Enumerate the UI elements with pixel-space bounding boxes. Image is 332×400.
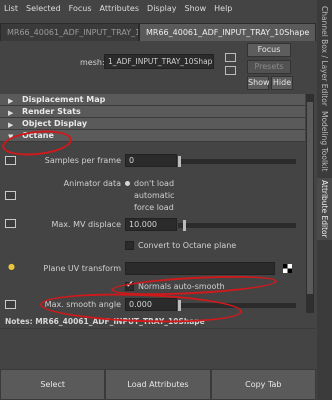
collapsed-arrow-icon: ▶ [8,109,14,117]
hide-button[interactable]: Hide [271,76,293,90]
menu-display[interactable]: Display [143,4,181,13]
mesh-name-field[interactable]: 1_ADF_INPUT_TRAY_10Shape [104,54,214,69]
node-tabs: MR66_40061_ADF_INPUT_TRAY_10 MR66_40061_… [0,23,316,41]
samples-per-frame-field[interactable]: 0 [125,154,177,167]
tab-transform-node[interactable]: MR66_40061_ADF_INPUT_TRAY_10 [0,23,139,41]
map-button-icon[interactable] [5,191,16,200]
slider-thumb[interactable] [178,156,181,167]
menu-bar: List Selected Focus Attributes Display S… [0,0,332,16]
mesh-label: mesh: [80,58,105,67]
tab-shape-node[interactable]: MR66_40061_ADF_INPUT_TRAY_10Shape [139,23,316,41]
notes-value: MR66_40061_ADF_INPUT_TRAY_10Shape [35,317,205,326]
select-button[interactable]: Select [0,369,106,400]
notes-text-area[interactable] [0,328,316,369]
collapsed-arrow-icon: ▶ [8,121,14,129]
go-to-input-icon[interactable] [225,53,236,62]
animator-data-label: Animator data [63,179,121,188]
section-octane[interactable]: ▼ Octane [0,130,305,142]
tab-attribute-editor[interactable]: Attribute Editor [317,178,332,240]
section-label: Displacement Map [22,95,106,104]
link-dot-icon[interactable]: ● [8,262,15,271]
samples-per-frame-label: Samples per frame [44,156,121,165]
radio-automatic[interactable]: automatic [125,191,174,200]
radio-selected-icon [125,181,130,186]
max-smooth-angle-slider[interactable] [178,300,296,311]
checker-map-icon[interactable] [283,264,292,273]
section-render-stats[interactable]: ▶ Render Stats [0,106,305,118]
copy-tab-button[interactable]: Copy Tab [210,369,316,400]
attribute-scroll-pane: ▶ Displacement Map ▶ Render Stats ▶ Obje… [0,94,305,313]
section-label: Octane [22,131,54,140]
presets-button[interactable]: Presets [247,60,291,74]
side-panel-tabs: Channel Box / Layer Editor Modeling Tool… [317,0,332,400]
section-label: Object Display [22,119,88,128]
radio-dont-load[interactable]: don't load [125,179,174,188]
plane-uv-transform-field[interactable] [125,262,275,275]
menu-selected[interactable]: Selected [22,4,65,13]
map-button-icon[interactable] [5,156,16,165]
slider-thumb[interactable] [183,220,186,231]
menu-help[interactable]: Help [210,4,236,13]
vertical-scrollbar[interactable] [306,94,314,313]
map-button-icon[interactable] [5,219,16,228]
normals-auto-smooth-checkbox[interactable]: ✔ [125,280,134,291]
menu-attributes[interactable]: Attributes [96,4,144,13]
max-smooth-angle-label: Max. smooth angle [44,300,121,309]
radio-label: force load [134,203,174,212]
bottom-button-bar: Select Load Attributes Copy Tab [0,369,316,400]
expanded-arrow-icon: ▼ [8,133,14,141]
map-button-icon[interactable] [5,300,16,309]
focus-button[interactable]: Focus [247,43,291,57]
show-button[interactable]: Show [247,76,270,90]
menu-show[interactable]: Show [181,4,211,13]
notes-line: Notes: MR66_40061_ADF_INPUT_TRAY_10Shape [0,316,316,328]
max-mv-displace-label: Max. MV displace [51,220,121,229]
load-attributes-button[interactable]: Load Attributes [105,369,211,400]
convert-to-octane-plane-checkbox[interactable] [125,241,134,250]
max-mv-displace-slider[interactable] [178,220,296,231]
slider-thumb[interactable] [178,300,181,311]
section-displacement-map[interactable]: ▶ Displacement Map [0,94,305,106]
section-object-display[interactable]: ▶ Object Display [0,118,305,130]
plane-uv-transform-label: Plane UV transform [43,264,121,273]
samples-per-frame-slider[interactable] [178,156,296,167]
convert-to-octane-plane-label: Convert to Octane plane [138,241,237,250]
radio-label: automatic [134,191,175,200]
notes-label: Notes: [5,317,33,326]
normals-auto-smooth-label: Normals auto-smooth [138,282,225,291]
tab-modeling-toolkit[interactable]: Modeling Toolkit [317,110,332,172]
checkmark-icon: ✔ [126,280,134,290]
radio-force-load[interactable]: force load [125,203,174,212]
tab-channel-box[interactable]: Channel Box / Layer Editor [317,6,332,106]
max-mv-displace-field[interactable]: 10.000 [125,218,177,231]
scrollbar-thumb[interactable] [307,102,313,294]
menu-list[interactable]: List [0,4,22,13]
section-label: Render Stats [22,107,81,116]
radio-label: don't load [134,179,175,188]
go-to-output-icon[interactable] [225,66,236,75]
max-smooth-angle-field[interactable]: 0.000 [125,298,177,311]
attribute-header: mesh: 1_ADF_INPUT_TRAY_10Shape Focus Pre… [0,41,316,90]
collapsed-arrow-icon: ▶ [8,97,14,105]
menu-focus[interactable]: Focus [65,4,96,13]
